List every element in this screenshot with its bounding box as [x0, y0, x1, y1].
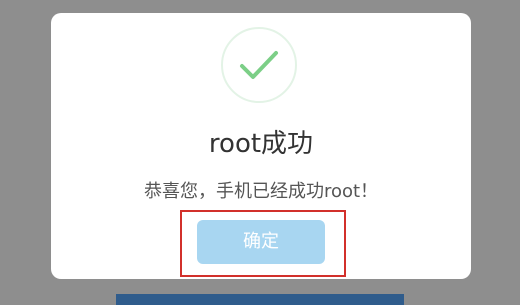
- dialog-title: root成功: [208, 129, 314, 159]
- highlight-annotation: [180, 210, 346, 277]
- dialog-message: 恭喜您，手机已经成功root！: [143, 181, 379, 202]
- background-button: [116, 294, 404, 305]
- checkmark-glyph: [240, 51, 278, 79]
- checkmark-icon: [221, 27, 297, 103]
